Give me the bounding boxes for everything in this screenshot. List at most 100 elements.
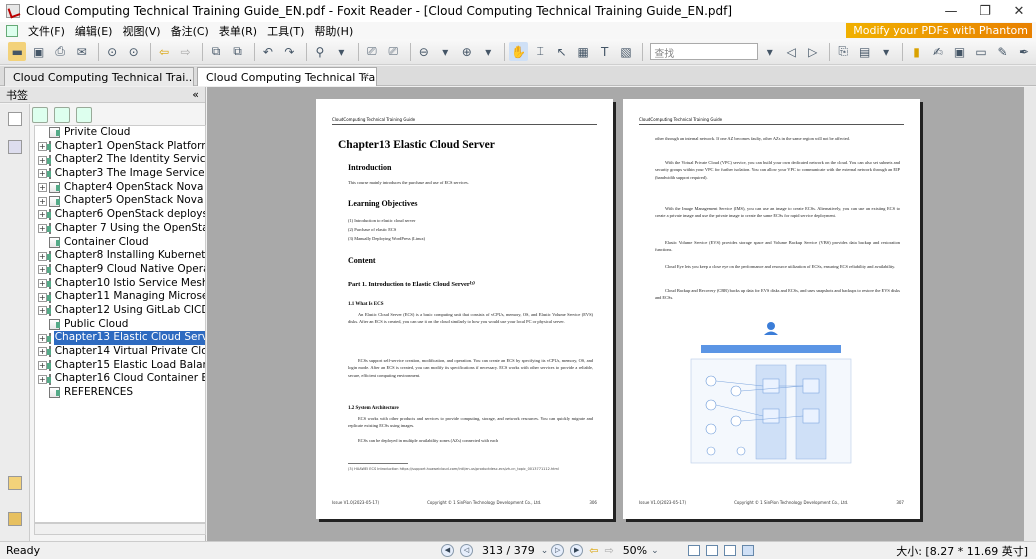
expand-icon[interactable]: + bbox=[38, 292, 47, 302]
rotate-left-icon[interactable]: ↶ bbox=[259, 42, 277, 61]
facing-pages-icon[interactable] bbox=[723, 545, 736, 556]
vertical-scrollbar[interactable] bbox=[1024, 87, 1036, 541]
bookmark-item[interactable]: + Chapter5 OpenStack Nova bbox=[35, 194, 205, 208]
search-input[interactable]: 查找 bbox=[650, 43, 758, 60]
stamp-dropdown-icon[interactable]: ▾ bbox=[877, 42, 895, 61]
bookmark-item[interactable]: REFERENCES bbox=[35, 386, 205, 400]
promo-banner[interactable]: Modify your PDFs with Phantom bbox=[846, 23, 1032, 38]
bookmark-item[interactable]: + Chapter16 Cloud Container Engir bbox=[35, 372, 205, 386]
save-icon[interactable]: ▣ bbox=[29, 42, 47, 61]
bookmark-item[interactable]: Privite Cloud bbox=[35, 126, 205, 140]
tab-document-1[interactable]: Cloud Computing Technical Trai... bbox=[4, 67, 194, 86]
bookmark-item[interactable]: Public Cloud bbox=[35, 318, 205, 332]
expand-icon[interactable]: + bbox=[38, 374, 47, 384]
sign-icon[interactable]: ✍ bbox=[929, 42, 947, 61]
restore-button[interactable]: ❐ bbox=[968, 0, 1002, 22]
expand-icon[interactable]: + bbox=[38, 265, 47, 275]
search-prev-icon[interactable]: ◁ bbox=[782, 42, 800, 61]
insert-pages-icon[interactable]: ⧉ bbox=[228, 42, 246, 61]
extract-pages-icon[interactable]: ⧉ bbox=[207, 42, 225, 61]
bookmark-item[interactable]: + Chapter 7 Using the OpenStack bbox=[35, 222, 205, 236]
open-folder-icon[interactable]: ▬ bbox=[8, 42, 27, 61]
expand-icon[interactable]: + bbox=[38, 306, 47, 316]
text-tool-icon[interactable]: T bbox=[595, 42, 613, 61]
expand-icon[interactable]: + bbox=[38, 183, 47, 193]
forward-arrow-icon[interactable]: ⇨ bbox=[176, 42, 194, 61]
bookmark-item[interactable]: + Chapter6 OpenStack deploys Wo bbox=[35, 208, 205, 222]
bookmark-item[interactable]: + Chapter9 Cloud Native Operation bbox=[35, 263, 205, 277]
zoom-dropdown-icon[interactable]: ⌄ bbox=[651, 546, 659, 556]
zoom-in-dropdown-icon[interactable]: ▾ bbox=[479, 42, 497, 61]
bookmark-item[interactable]: + Chapter14 Virtual Private Cloud bbox=[35, 345, 205, 359]
expand-bookmark-icon[interactable] bbox=[76, 107, 92, 123]
print-icon[interactable]: ⎙ bbox=[51, 42, 69, 61]
expand-icon[interactable]: + bbox=[38, 169, 47, 179]
expand-icon[interactable]: + bbox=[38, 224, 47, 234]
bookmark-item[interactable]: + Chapter1 OpenStack Platform De bbox=[35, 140, 205, 154]
bookmark-item[interactable]: + Chapter15 Elastic Load Balance bbox=[35, 359, 205, 373]
expand-icon[interactable]: + bbox=[38, 251, 47, 261]
horizontal-scrollbar[interactable] bbox=[34, 523, 206, 535]
email-icon[interactable]: ✉ bbox=[72, 42, 90, 61]
zoom-icon[interactable]: ⚲ bbox=[311, 42, 329, 61]
collapse-panel-icon[interactable]: « bbox=[192, 88, 199, 101]
forward-icon[interactable]: ⇨ bbox=[604, 544, 613, 557]
expand-icon[interactable]: + bbox=[38, 142, 47, 152]
tab-document-2[interactable]: Cloud Computing Technical Trai... ✕ bbox=[197, 67, 377, 86]
back-icon[interactable]: ⇦ bbox=[589, 544, 598, 557]
bookmark-item[interactable]: Container Cloud bbox=[35, 236, 205, 250]
bookmark-item[interactable]: + Chapter4 OpenStack Nova bbox=[35, 181, 205, 195]
bookmark-item[interactable]: + Chapter13 Elastic Cloud Server bbox=[35, 331, 205, 345]
expand-icon[interactable]: + bbox=[38, 196, 47, 206]
attachment-icon[interactable]: ⎘ bbox=[834, 42, 852, 61]
menu-tools[interactable]: 工具(T) bbox=[262, 23, 309, 39]
delete-bookmark-icon[interactable] bbox=[32, 107, 48, 123]
tab-close-icon[interactable]: ✕ bbox=[361, 70, 370, 83]
select-text-icon[interactable]: ⌶ bbox=[531, 42, 549, 61]
select-arrow-icon[interactable]: ↖ bbox=[552, 42, 570, 61]
page-down-icon[interactable]: ⊙ bbox=[124, 42, 142, 61]
single-page-icon[interactable] bbox=[687, 545, 700, 556]
zoom-dropdown-icon[interactable]: ▾ bbox=[332, 42, 350, 61]
continuous-facing-icon[interactable] bbox=[741, 545, 754, 556]
expand-icon[interactable]: + bbox=[38, 155, 47, 165]
close-button[interactable]: ✕ bbox=[1002, 0, 1036, 22]
expand-icon[interactable]: + bbox=[38, 278, 47, 288]
menu-comment[interactable]: 备注(C) bbox=[166, 23, 214, 39]
previous-page-icon[interactable]: ◁ bbox=[460, 544, 473, 557]
expand-icon[interactable]: + bbox=[38, 361, 47, 371]
expand-icon[interactable]: + bbox=[38, 347, 47, 357]
first-page-icon[interactable]: ◀ bbox=[441, 544, 454, 557]
fit-page-icon[interactable]: ⎚ bbox=[363, 42, 381, 61]
minimize-button[interactable]: — bbox=[934, 0, 968, 22]
attachments-tab-icon[interactable] bbox=[8, 512, 22, 526]
hand-tool-icon[interactable]: ✋ bbox=[509, 42, 528, 61]
screen-icon[interactable]: ▣ bbox=[950, 42, 968, 61]
bookmark-item[interactable]: + Chapter8 Installing Kubernetes w bbox=[35, 249, 205, 263]
last-page-icon[interactable]: ▶ bbox=[570, 544, 584, 557]
layers-tab-icon[interactable] bbox=[8, 476, 22, 490]
bookmark-item[interactable]: + Chapter12 Using GitLab CICD wit bbox=[35, 304, 205, 318]
edit-pen-icon[interactable]: ✎ bbox=[993, 42, 1011, 61]
menu-view[interactable]: 视图(V) bbox=[117, 23, 165, 39]
zoom-out-dropdown-icon[interactable]: ▾ bbox=[436, 42, 454, 61]
card-icon[interactable]: ▭ bbox=[972, 42, 990, 61]
next-page-icon[interactable]: ▷ bbox=[551, 544, 565, 557]
back-arrow-icon[interactable]: ⇦ bbox=[155, 42, 173, 61]
continuous-page-icon[interactable] bbox=[705, 545, 718, 556]
bookmarks-tab-icon[interactable] bbox=[8, 112, 22, 126]
rotate-right-icon[interactable]: ↷ bbox=[280, 42, 298, 61]
expand-icon[interactable]: + bbox=[38, 333, 47, 343]
new-bookmark-icon[interactable] bbox=[54, 107, 70, 123]
zoom-in-icon[interactable]: ⊕ bbox=[458, 42, 476, 61]
search-next-icon[interactable]: ▷ bbox=[803, 42, 821, 61]
doc-menu-icon[interactable] bbox=[6, 24, 18, 37]
menu-edit[interactable]: 编辑(E) bbox=[70, 23, 118, 39]
menu-file[interactable]: 文件(F) bbox=[23, 23, 70, 39]
search-dropdown-icon[interactable]: ▾ bbox=[761, 42, 779, 61]
security-icon[interactable]: ▮ bbox=[907, 42, 925, 61]
menu-help[interactable]: 帮助(H) bbox=[309, 23, 358, 39]
page-number-field[interactable]: 313 / 379 bbox=[482, 544, 535, 557]
page-dropdown-icon[interactable]: ⌄ bbox=[541, 546, 549, 556]
bookmark-item[interactable]: + Chapter2 The Identity Service (K bbox=[35, 153, 205, 167]
